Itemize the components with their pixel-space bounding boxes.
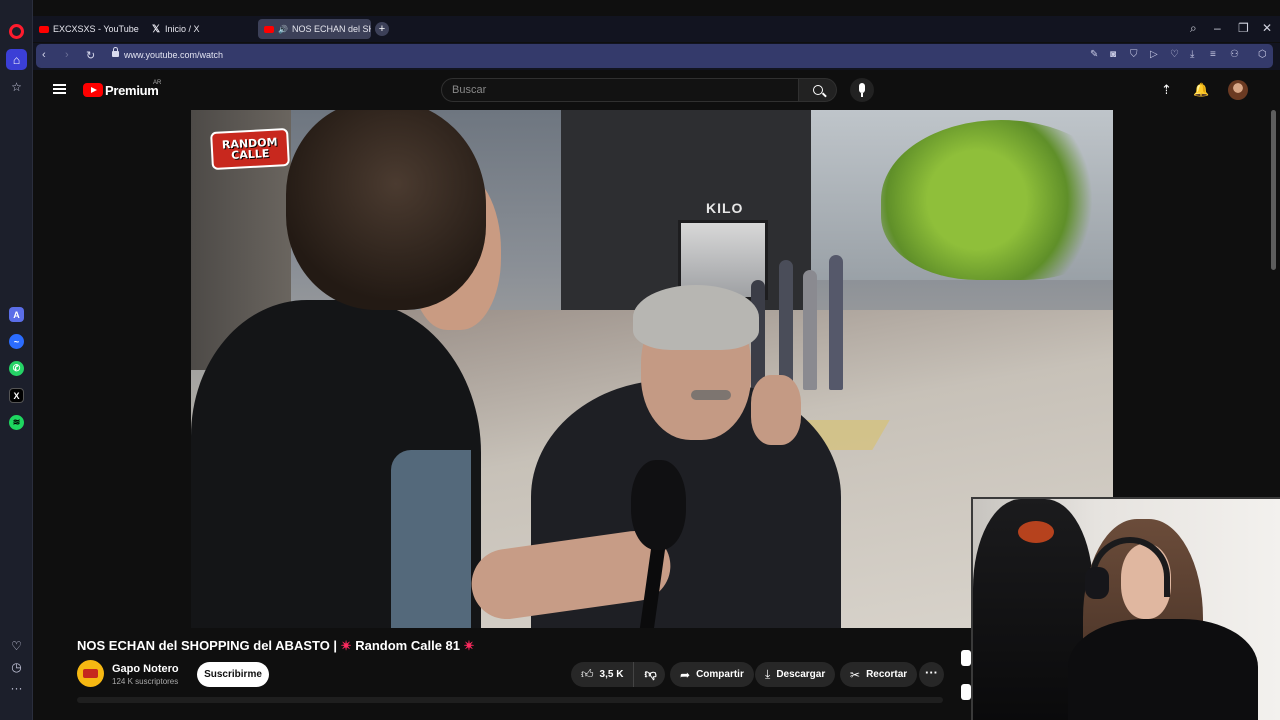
- thumbs-up-icon: 👍︎: [581, 667, 594, 681]
- search-box: [441, 78, 799, 102]
- sparkle-icon: ✴: [340, 638, 352, 653]
- search-button[interactable]: [799, 78, 837, 102]
- menu-icon[interactable]: [53, 84, 66, 94]
- video-store-sign: KILO: [706, 200, 744, 216]
- history-icon[interactable]: ◷: [6, 656, 27, 677]
- search-icon: [813, 85, 823, 95]
- tab-strip: EXCXSXS - YouTube 𝕏 Inicio / X 🔊 NOS ECH…: [33, 16, 1280, 42]
- tab-video[interactable]: 🔊 NOS ECHAN del SHO: [258, 19, 371, 39]
- video-microphone: [621, 460, 691, 628]
- like-button[interactable]: 👍︎ 3,5 K: [571, 662, 635, 687]
- forward-icon[interactable]: ›: [65, 49, 69, 61]
- heart-icon[interactable]: ♡: [6, 635, 27, 656]
- video-title: NOS ECHAN del SHOPPING del ABASTO | ✴ Ra…: [77, 638, 475, 653]
- random-calle-logo: RANDOM CALLE: [210, 127, 290, 171]
- opera-sidebar: ⌂ ☆ A ~ ✆ X ≋ ♡ ◷ ···: [0, 0, 33, 720]
- youtube-header: Premium AR ⇡ 🔔: [35, 70, 1280, 110]
- upload-icon[interactable]: ⇡: [1161, 82, 1172, 98]
- thumbs-down-icon: 👎︎: [644, 667, 657, 681]
- sparkle-icon: ✴: [463, 638, 475, 653]
- like-dislike-group: 👍︎ 3,5 K 👎︎: [571, 662, 665, 687]
- country-code: AR: [153, 80, 162, 86]
- account-avatar[interactable]: [1228, 80, 1248, 100]
- new-tab-button[interactable]: +: [375, 22, 389, 36]
- youtube-favicon-icon: [39, 25, 49, 33]
- whatsapp-app-icon[interactable]: ✆: [9, 361, 24, 376]
- youtube-favicon-icon: [264, 25, 274, 33]
- notifications-bell-icon[interactable]: 🔔: [1193, 82, 1209, 98]
- aria-app-icon[interactable]: A: [9, 307, 24, 322]
- close-window-icon[interactable]: ✕: [1262, 21, 1272, 35]
- camera-icon[interactable]: ◙: [1110, 49, 1116, 60]
- profile-icon[interactable]: ⚇: [1230, 49, 1239, 60]
- more-actions-button[interactable]: ···: [919, 662, 944, 687]
- download-button[interactable]: ⤓ Descargar: [755, 662, 836, 687]
- url-text[interactable]: www.youtube.com/watch: [124, 50, 223, 60]
- reload-icon[interactable]: ↻: [86, 49, 95, 62]
- tab-inicio-x[interactable]: 𝕏 Inicio / X: [145, 19, 255, 39]
- subscribe-button[interactable]: Suscribirme: [197, 662, 269, 687]
- bookmark-heart-icon[interactable]: ♡: [1170, 49, 1179, 60]
- search-tabs-icon[interactable]: ⌕: [1190, 21, 1197, 36]
- description-box-edge: [77, 697, 943, 703]
- lock-icon: [112, 47, 119, 57]
- messenger-app-icon[interactable]: ~: [9, 334, 24, 349]
- tab-excxsxs[interactable]: EXCXSXS - YouTube: [33, 19, 143, 39]
- extensions-icon[interactable]: ⬡: [1258, 49, 1267, 60]
- opera-logo-icon[interactable]: [9, 24, 24, 39]
- video-person-interviewer: [191, 110, 501, 628]
- edit-icon[interactable]: ✎: [1090, 49, 1098, 60]
- address-row: ‹ › ↻ www.youtube.com/watch ✎ ◙ ⛉ ▷ ♡ ⤓ …: [33, 43, 1280, 70]
- speaker-icon[interactable]: 🔊: [278, 25, 288, 34]
- sidebar-thumbnail-strip: [959, 650, 971, 720]
- play-icon[interactable]: ▷: [1150, 49, 1158, 60]
- clip-button[interactable]: ✂ Recortar: [840, 662, 918, 687]
- menu-lines-icon[interactable]: ≡: [1210, 49, 1216, 60]
- youtube-logo-icon[interactable]: [83, 83, 103, 97]
- download-icon[interactable]: ⤓: [1190, 49, 1194, 60]
- minimize-icon[interactable]: –: [1214, 21, 1221, 35]
- subscriber-count: 124 K suscriptores: [112, 677, 179, 686]
- spotify-app-icon[interactable]: ≋: [9, 415, 24, 430]
- share-button[interactable]: ➦ Compartir: [670, 662, 754, 687]
- screen: ⌂ ☆ A ~ ✆ X ≋ ♡ ◷ ··· EXCXSXS - YouTube …: [0, 0, 1280, 720]
- channel-name[interactable]: Gapo Notero: [112, 663, 179, 675]
- address-bar[interactable]: ‹ › ↻ www.youtube.com/watch ✎ ◙ ⛉ ▷ ♡ ⤓ …: [36, 44, 1273, 68]
- channel-avatar[interactable]: [77, 660, 104, 687]
- share-arrow-icon: ➦: [680, 667, 691, 682]
- youtube-brand[interactable]: Premium: [105, 83, 159, 98]
- home-icon[interactable]: ⌂: [6, 49, 27, 70]
- x-app-icon[interactable]: X: [9, 388, 24, 403]
- chair-logo-icon: [1018, 521, 1054, 543]
- shield-icon[interactable]: ⛉: [1130, 49, 1138, 60]
- dislike-button[interactable]: 👎︎: [634, 667, 666, 682]
- maximize-icon[interactable]: ❐: [1238, 21, 1249, 35]
- download-arrow-icon: ⤓: [765, 667, 771, 681]
- x-favicon-icon: 𝕏: [151, 23, 161, 35]
- page-scrollbar[interactable]: [1271, 110, 1276, 270]
- search-input[interactable]: [442, 79, 798, 101]
- more-icon[interactable]: ···: [6, 677, 27, 698]
- voice-search-icon[interactable]: [850, 78, 874, 102]
- video-scene-trees: [881, 120, 1113, 280]
- star-icon[interactable]: ☆: [6, 76, 27, 97]
- streamer-webcam: [971, 497, 1280, 720]
- back-icon[interactable]: ‹: [42, 49, 46, 61]
- scissors-icon: ✂: [850, 667, 861, 682]
